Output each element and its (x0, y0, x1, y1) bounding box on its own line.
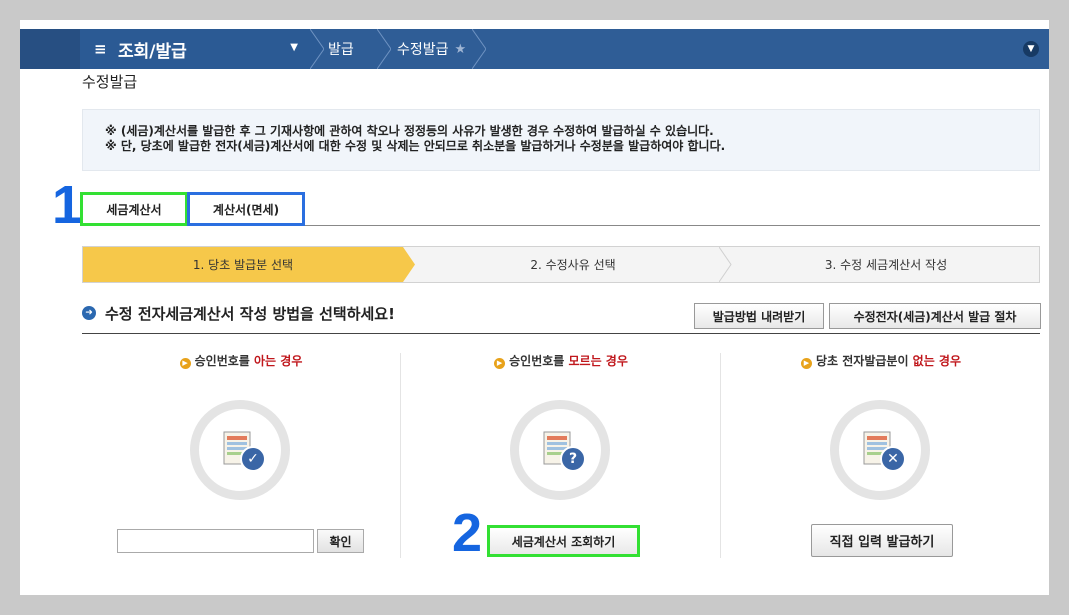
page-frame: ≡ 조회/발급 ▼ 발급 수정발급 ★ ▼ 수정발급 ※ (세금)계산서를 발급… (20, 20, 1049, 595)
lookup-tax-invoice-button[interactable]: 세금계산서 조회하기 (487, 525, 640, 557)
option-title: ▶ 승인번호를 모르는 경우 (402, 352, 720, 369)
breadcrumb-label: 수정발급 (397, 42, 449, 58)
arrow-circle-icon: ➜ (82, 306, 96, 320)
breadcrumb-issue[interactable]: 발급 (328, 29, 354, 69)
nav-bar: ≡ 조회/발급 ▼ 발급 수정발급 ★ ▼ (20, 29, 1049, 69)
collapse-toggle-icon[interactable]: ▼ (1023, 41, 1039, 57)
step-arrow (403, 247, 415, 282)
tab-label: 세금계산서 (106, 202, 162, 217)
step-label: 3. 수정 세금계산서 작성 (824, 258, 948, 272)
step-label: 2. 수정사유 선택 (530, 258, 616, 272)
hamburger-icon: ≡ (94, 40, 107, 58)
option-title: ▶ 당초 전자발급분이 없는 경우 (722, 352, 1040, 369)
step-arrow (719, 247, 732, 282)
step-1-active: 1. 당초 발급분 선택 (83, 247, 403, 282)
bullet-icon: ▶ (494, 358, 506, 369)
tab-invoice-tax-exempt[interactable]: 계산서(면세) (187, 192, 305, 226)
step-indicator: 1. 당초 발급분 선택 2. 수정사유 선택 3. 수정 세금계산서 작성 (82, 246, 1040, 283)
section-divider (82, 333, 1040, 334)
nav-menu-dropdown[interactable]: ≡ 조회/발급 ▼ (80, 29, 312, 69)
breadcrumb-separator (472, 29, 486, 69)
favorite-star-icon[interactable]: ★ (455, 42, 467, 57)
nav-left-block (20, 29, 80, 69)
caret-down-icon: ▼ (290, 42, 298, 53)
tab-label: 계산서(면세) (212, 202, 280, 217)
bullet-icon: ▶ (179, 358, 191, 369)
direct-input-issue-button[interactable]: 직접 입력 발급하기 (811, 524, 953, 557)
section-heading-text: 수정 전자세금계산서 작성 방법을 선택하세요! (105, 305, 395, 323)
question-icon: ? (560, 446, 586, 472)
close-icon: ✕ (880, 446, 906, 472)
option-illustration: ✕ (830, 400, 930, 500)
bullet-icon: ▶ (800, 358, 812, 369)
annotation-marker-1: 1 (52, 175, 83, 235)
download-guide-button[interactable]: 발급방법 내려받기 (694, 303, 824, 329)
tab-tax-invoice[interactable]: 세금계산서 (80, 192, 188, 226)
breadcrumb-label: 발급 (328, 42, 354, 58)
tab-underline (82, 225, 1040, 226)
step-3: 3. 수정 세금계산서 작성 (733, 247, 1039, 282)
nav-menu-title: 조회/발급 (118, 41, 187, 62)
option-illustration: ✓ (190, 400, 290, 500)
breadcrumb-modify-issue[interactable]: 수정발급 ★ (397, 29, 466, 69)
page-title: 수정발급 (82, 73, 138, 91)
option-illustration: ? (510, 400, 610, 500)
notice-box: ※ (세금)계산서를 발급한 후 그 기재사항에 관하여 착오나 정정등의 사유… (82, 109, 1040, 171)
confirm-button[interactable]: 확인 (317, 529, 364, 553)
step-label: 1. 당초 발급분 선택 (192, 258, 294, 272)
annotation-marker-2: 2 (452, 503, 483, 563)
approval-number-input[interactable] (117, 529, 314, 553)
column-divider (720, 353, 721, 558)
breadcrumb-separator (377, 29, 391, 69)
notice-line: ※ (세금)계산서를 발급한 후 그 기재사항에 관하여 착오나 정정등의 사유… (105, 124, 714, 138)
step-2: 2. 수정사유 선택 (415, 247, 731, 282)
breadcrumb-separator (310, 29, 324, 69)
issue-procedure-button[interactable]: 수정전자(세금)계산서 발급 절차 (829, 303, 1041, 329)
check-icon: ✓ (240, 446, 266, 472)
option-title: ▶ 승인번호를 아는 경우 (82, 352, 400, 369)
column-divider (400, 353, 401, 558)
notice-line: ※ 단, 당초에 발급한 전자(세금)계산서에 대한 수정 및 삭제는 안되므로… (105, 139, 726, 153)
